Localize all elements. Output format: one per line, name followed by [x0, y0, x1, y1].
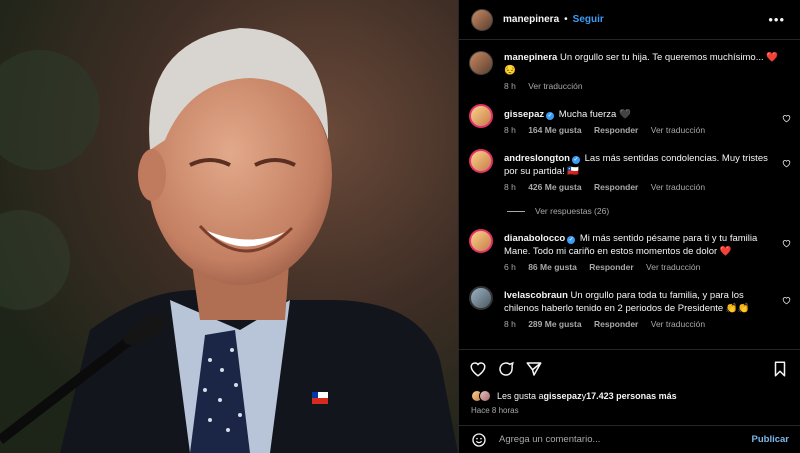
follow-button[interactable]: Seguir: [573, 14, 604, 25]
post-side-panel: manepinera • Seguir ••• manepinera Un or…: [458, 0, 800, 453]
header-separator: •: [564, 14, 568, 25]
comment-text-block: dianabolocco ✓ Mi más sentido pésame para…: [504, 232, 779, 258]
comment-time: 8 h: [504, 182, 516, 192]
view-replies-label[interactable]: Ver respuestas (26): [535, 206, 609, 216]
comment-heart-icon[interactable]: [782, 239, 791, 248]
reply-button[interactable]: Responder: [594, 125, 638, 135]
view-replies-button[interactable]: Ver respuestas (26): [507, 206, 609, 216]
comment-time: 6 h: [504, 262, 516, 272]
comment-username[interactable]: andreslongton: [504, 153, 570, 164]
replies-divider: [507, 210, 525, 212]
verified-badge-icon: ✓: [546, 112, 555, 120]
comment-meta: 8 h 289 Me gusta Responder Ver traducció…: [504, 319, 715, 329]
comment-avatar[interactable]: [469, 286, 493, 310]
comment-composer: Agrega un comentario... Publicar: [459, 425, 800, 453]
caption-avatar[interactable]: [469, 51, 493, 75]
comment-likes[interactable]: 426 Me gusta: [528, 182, 581, 192]
post-header: manepinera • Seguir •••: [459, 0, 800, 40]
comment-input[interactable]: Agrega un comentario...: [499, 434, 752, 445]
post-timestamp: Hace 8 horas: [471, 406, 519, 415]
comment-meta: 8 h 164 Me gusta Responder Ver traducció…: [504, 125, 715, 135]
more-options-icon[interactable]: •••: [768, 12, 785, 27]
comment-meta: 6 h 86 Me gusta Responder Ver traducción: [504, 262, 710, 272]
comment-text-block: lvelascobraun Un orgullo para toda tu fa…: [504, 289, 779, 315]
caption-username[interactable]: manepinera: [504, 52, 557, 63]
comment-username[interactable]: lvelascobraun: [504, 290, 568, 301]
emoji-icon[interactable]: [471, 432, 487, 448]
likes-count[interactable]: 17.423 personas más: [586, 391, 677, 401]
post-actions-bar: [459, 349, 800, 389]
verified-badge-icon: ✓: [567, 236, 576, 244]
post-photo: [0, 0, 458, 453]
likes-user[interactable]: gissepaz: [544, 391, 582, 401]
publish-button[interactable]: Publicar: [752, 434, 790, 445]
likes-summary[interactable]: Les gusta a gissepaz y 17.423 personas m…: [471, 390, 677, 402]
comment-avatar[interactable]: [469, 149, 493, 173]
comments-list[interactable]: manepinera Un orgullo ser tu hija. Te qu…: [459, 41, 800, 349]
caption-text-emoji: 😔: [504, 65, 516, 76]
comment-likes[interactable]: 164 Me gusta: [528, 125, 581, 135]
caption-text-block: manepinera Un orgullo ser tu hija. Te qu…: [504, 51, 779, 77]
comment-text: Mucha fuerza 🖤: [558, 109, 631, 120]
reply-button[interactable]: Responder: [594, 182, 638, 192]
author-avatar[interactable]: [471, 8, 493, 31]
reply-button[interactable]: Responder: [594, 319, 638, 329]
bookmark-icon[interactable]: [771, 360, 789, 378]
comment-time: 8 h: [504, 125, 516, 135]
comment-meta: 8 h 426 Me gusta Responder Ver traducció…: [504, 182, 715, 192]
comment-time: 8 h: [504, 319, 516, 329]
caption-time: 8 h: [504, 81, 516, 91]
translate-link[interactable]: Ver traducción: [646, 262, 700, 272]
translate-link[interactable]: Ver traducción: [651, 182, 705, 192]
comment-heart-icon[interactable]: [782, 114, 791, 123]
comment-heart-icon[interactable]: [782, 159, 791, 168]
translate-link[interactable]: Ver traducción: [651, 319, 705, 329]
comment-heart-icon[interactable]: [782, 296, 791, 305]
liker-avatar: [479, 390, 491, 402]
comment-likes[interactable]: 86 Me gusta: [528, 262, 577, 272]
comment-text-block: andreslongton ✓ Las más sentidas condolen…: [504, 152, 779, 178]
comment-likes[interactable]: 289 Me gusta: [528, 319, 581, 329]
caption-text: Un orgullo ser tu hija. Te queremos much…: [559, 52, 779, 63]
caption-meta: 8 h Ver traducción: [504, 81, 593, 91]
heart-icon[interactable]: [469, 360, 487, 378]
comment-avatar[interactable]: [469, 104, 493, 128]
comment-avatar[interactable]: [469, 229, 493, 253]
author-username[interactable]: manepinera: [503, 14, 559, 25]
translate-link[interactable]: Ver traducción: [651, 125, 705, 135]
comment-icon[interactable]: [497, 360, 515, 378]
comment-username[interactable]: dianabolocco: [504, 233, 565, 244]
caption-translate-link[interactable]: Ver traducción: [528, 81, 582, 91]
share-icon[interactable]: [525, 360, 543, 378]
comment-text-block: gissepaz ✓ Mucha fuerza 🖤: [504, 108, 779, 121]
verified-badge-icon: ✓: [571, 156, 580, 164]
likes-prefix: Les gusta a: [497, 391, 544, 401]
reply-button[interactable]: Responder: [589, 262, 633, 272]
comment-username[interactable]: gissepaz: [504, 109, 544, 120]
